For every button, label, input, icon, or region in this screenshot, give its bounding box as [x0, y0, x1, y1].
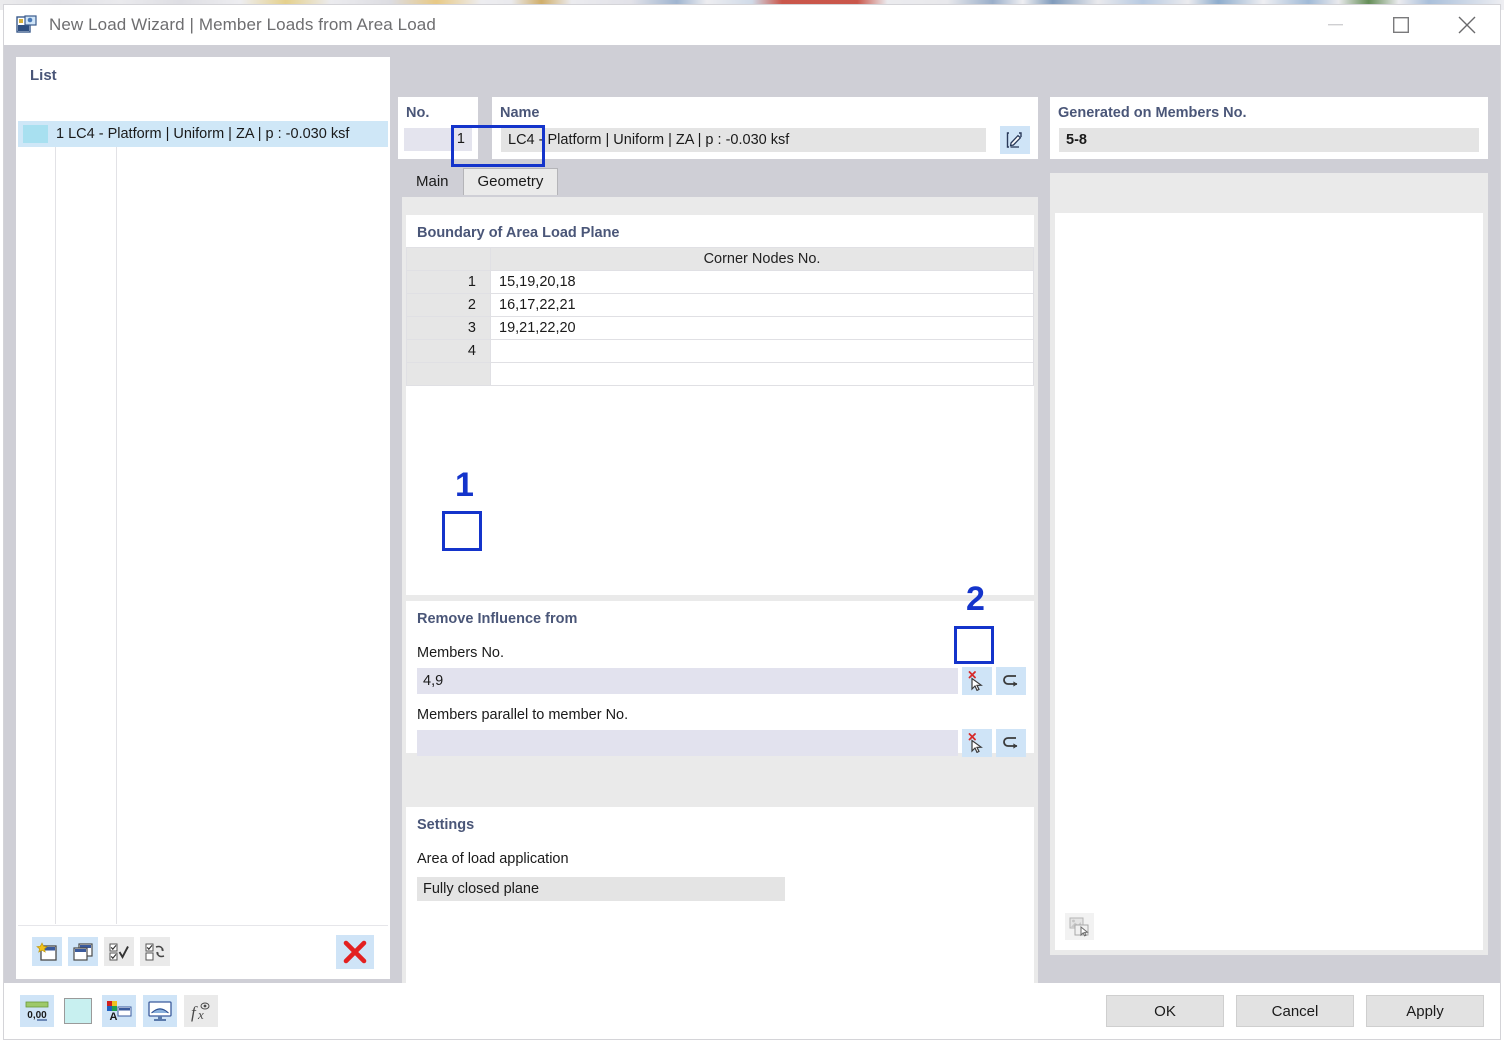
- remove-influence-title: Remove Influence from: [406, 601, 1034, 633]
- color-swatch-icon: [64, 998, 92, 1024]
- formula-button[interactable]: f x: [184, 995, 218, 1027]
- members-parallel-input[interactable]: [417, 730, 958, 756]
- color-swatch-button[interactable]: [61, 995, 95, 1027]
- row-index-empty: [407, 363, 491, 386]
- table-header-row: Corner Nodes No.: [407, 248, 1034, 271]
- window-controls: [1302, 5, 1500, 45]
- delete-item-button[interactable]: [336, 935, 374, 969]
- svg-text:f: f: [191, 1003, 198, 1022]
- remove-influence-members-pick-button[interactable]: [962, 667, 992, 695]
- members-no-label: Members No.: [406, 633, 1034, 667]
- preview-canvas[interactable]: [1055, 213, 1483, 950]
- copy-item-button[interactable]: [68, 937, 98, 966]
- remove-influence-section: Remove Influence from Members No. 4,9: [406, 601, 1034, 753]
- remove-influence-parallel-reset-button[interactable]: [996, 729, 1026, 757]
- list-column-divider-1: [55, 121, 56, 924]
- no-field-panel: No. 1: [398, 97, 478, 159]
- generated-members-label: Generated on Members No.: [1050, 97, 1488, 121]
- row-index: 4: [407, 340, 491, 363]
- number-format-button[interactable]: 0,00: [20, 995, 54, 1027]
- list-column-divider-2: [116, 121, 117, 924]
- row-value-empty: [491, 363, 1034, 386]
- list-background: [18, 121, 388, 924]
- list-item-color-swatch: [23, 125, 48, 143]
- table-row[interactable]: 2 16,17,22,21: [407, 294, 1034, 317]
- list-rows: 1 LC4 - Platform | Uniform | ZA | p : -0…: [18, 121, 388, 147]
- list-panel: List 1 LC4 - Platform | Uniform | ZA | p…: [16, 57, 390, 979]
- svg-text:0,00: 0,00: [27, 1010, 47, 1021]
- no-input[interactable]: 1: [404, 128, 472, 151]
- list-item-label: 1 LC4 - Platform | Uniform | ZA | p : -0…: [56, 126, 349, 142]
- ok-button[interactable]: OK: [1106, 995, 1224, 1027]
- area-of-load-application-label: Area of load application: [406, 839, 1034, 873]
- members-no-row: 4,9: [406, 667, 1034, 695]
- table-row[interactable]: 1 15,19,20,18: [407, 271, 1034, 294]
- table-row[interactable]: 4: [407, 340, 1034, 363]
- list-toolbar: [18, 925, 388, 977]
- tab-geometry[interactable]: Geometry: [463, 168, 559, 195]
- members-no-input[interactable]: 4,9: [417, 668, 958, 694]
- edit-pencil-icon[interactable]: [1000, 126, 1030, 154]
- column-header-index: [407, 248, 491, 271]
- picture-select-icon[interactable]: [1065, 913, 1094, 940]
- tab-strip: Main Geometry: [402, 167, 1038, 195]
- boundary-table: Corner Nodes No. 1 15,19,20,18 2 16,17,2…: [406, 247, 1034, 386]
- remove-influence-parallel-pick-button[interactable]: [962, 729, 992, 757]
- boundary-section: Boundary of Area Load Plane Corner Nodes…: [406, 215, 1034, 595]
- invert-selection-button[interactable]: [140, 937, 170, 966]
- dialog-body: List 1 LC4 - Platform | Uniform | ZA | p…: [4, 45, 1500, 1039]
- cancel-button[interactable]: Cancel: [1236, 995, 1354, 1027]
- row-index: 2: [407, 294, 491, 317]
- display-style-button[interactable]: A: [102, 995, 136, 1027]
- members-parallel-label: Members parallel to member No.: [406, 695, 1034, 729]
- list-panel-title: List: [17, 58, 389, 90]
- generated-members-value: 5-8: [1059, 128, 1479, 152]
- settings-section: Settings Area of load application Fully …: [406, 807, 1034, 991]
- row-corner-nodes[interactable]: 19,21,22,20: [491, 317, 1034, 340]
- svg-text:A: A: [110, 1011, 118, 1022]
- minimize-button[interactable]: [1302, 5, 1368, 45]
- maximize-button[interactable]: [1368, 5, 1434, 45]
- new-load-wizard-dialog: New Load Wizard | Member Loads from Area…: [3, 4, 1501, 1040]
- no-label: No.: [398, 97, 478, 121]
- title-bar: New Load Wizard | Member Loads from Area…: [4, 5, 1500, 45]
- list-item[interactable]: 1 LC4 - Platform | Uniform | ZA | p : -0…: [18, 121, 388, 147]
- table-row[interactable]: 3 19,21,22,20: [407, 317, 1034, 340]
- load-wizard-icon: [16, 15, 38, 35]
- row-corner-nodes[interactable]: [491, 340, 1034, 363]
- window-title: New Load Wizard | Member Loads from Area…: [49, 15, 436, 35]
- row-corner-nodes[interactable]: 15,19,20,18: [491, 271, 1034, 294]
- table-empty-row: [407, 363, 1034, 386]
- name-field-panel: Name LC4 - Platform | Uniform | ZA | p :…: [492, 97, 1038, 159]
- close-button[interactable]: [1434, 5, 1500, 45]
- column-header-corner-nodes: Corner Nodes No.: [491, 248, 1034, 271]
- bottom-bar: 0,00 A: [4, 983, 1500, 1039]
- row-index: 3: [407, 317, 491, 340]
- area-of-load-application-value[interactable]: Fully closed plane: [417, 877, 785, 901]
- new-item-button[interactable]: [32, 937, 62, 966]
- name-input[interactable]: LC4 - Platform | Uniform | ZA | p : -0.0…: [501, 128, 986, 152]
- generated-members-panel: Generated on Members No. 5-8: [1050, 97, 1488, 159]
- members-parallel-row: [406, 729, 1034, 757]
- remove-influence-members-reset-button[interactable]: [996, 667, 1026, 695]
- apply-button[interactable]: Apply: [1366, 995, 1484, 1027]
- settings-title: Settings: [406, 807, 1034, 839]
- row-index: 1: [407, 271, 491, 294]
- preview-panel: [1050, 173, 1488, 955]
- tab-main[interactable]: Main: [402, 169, 463, 195]
- screen: New Load Wizard | Member Loads from Area…: [0, 0, 1504, 1043]
- select-all-button[interactable]: [104, 937, 134, 966]
- geometry-tab-content: Boundary of Area Load Plane Corner Nodes…: [402, 197, 1038, 1003]
- row-corner-nodes[interactable]: 16,17,22,21: [491, 294, 1034, 317]
- boundary-section-title: Boundary of Area Load Plane: [406, 215, 1034, 247]
- name-label: Name: [492, 97, 1038, 121]
- view-settings-button[interactable]: [143, 995, 177, 1027]
